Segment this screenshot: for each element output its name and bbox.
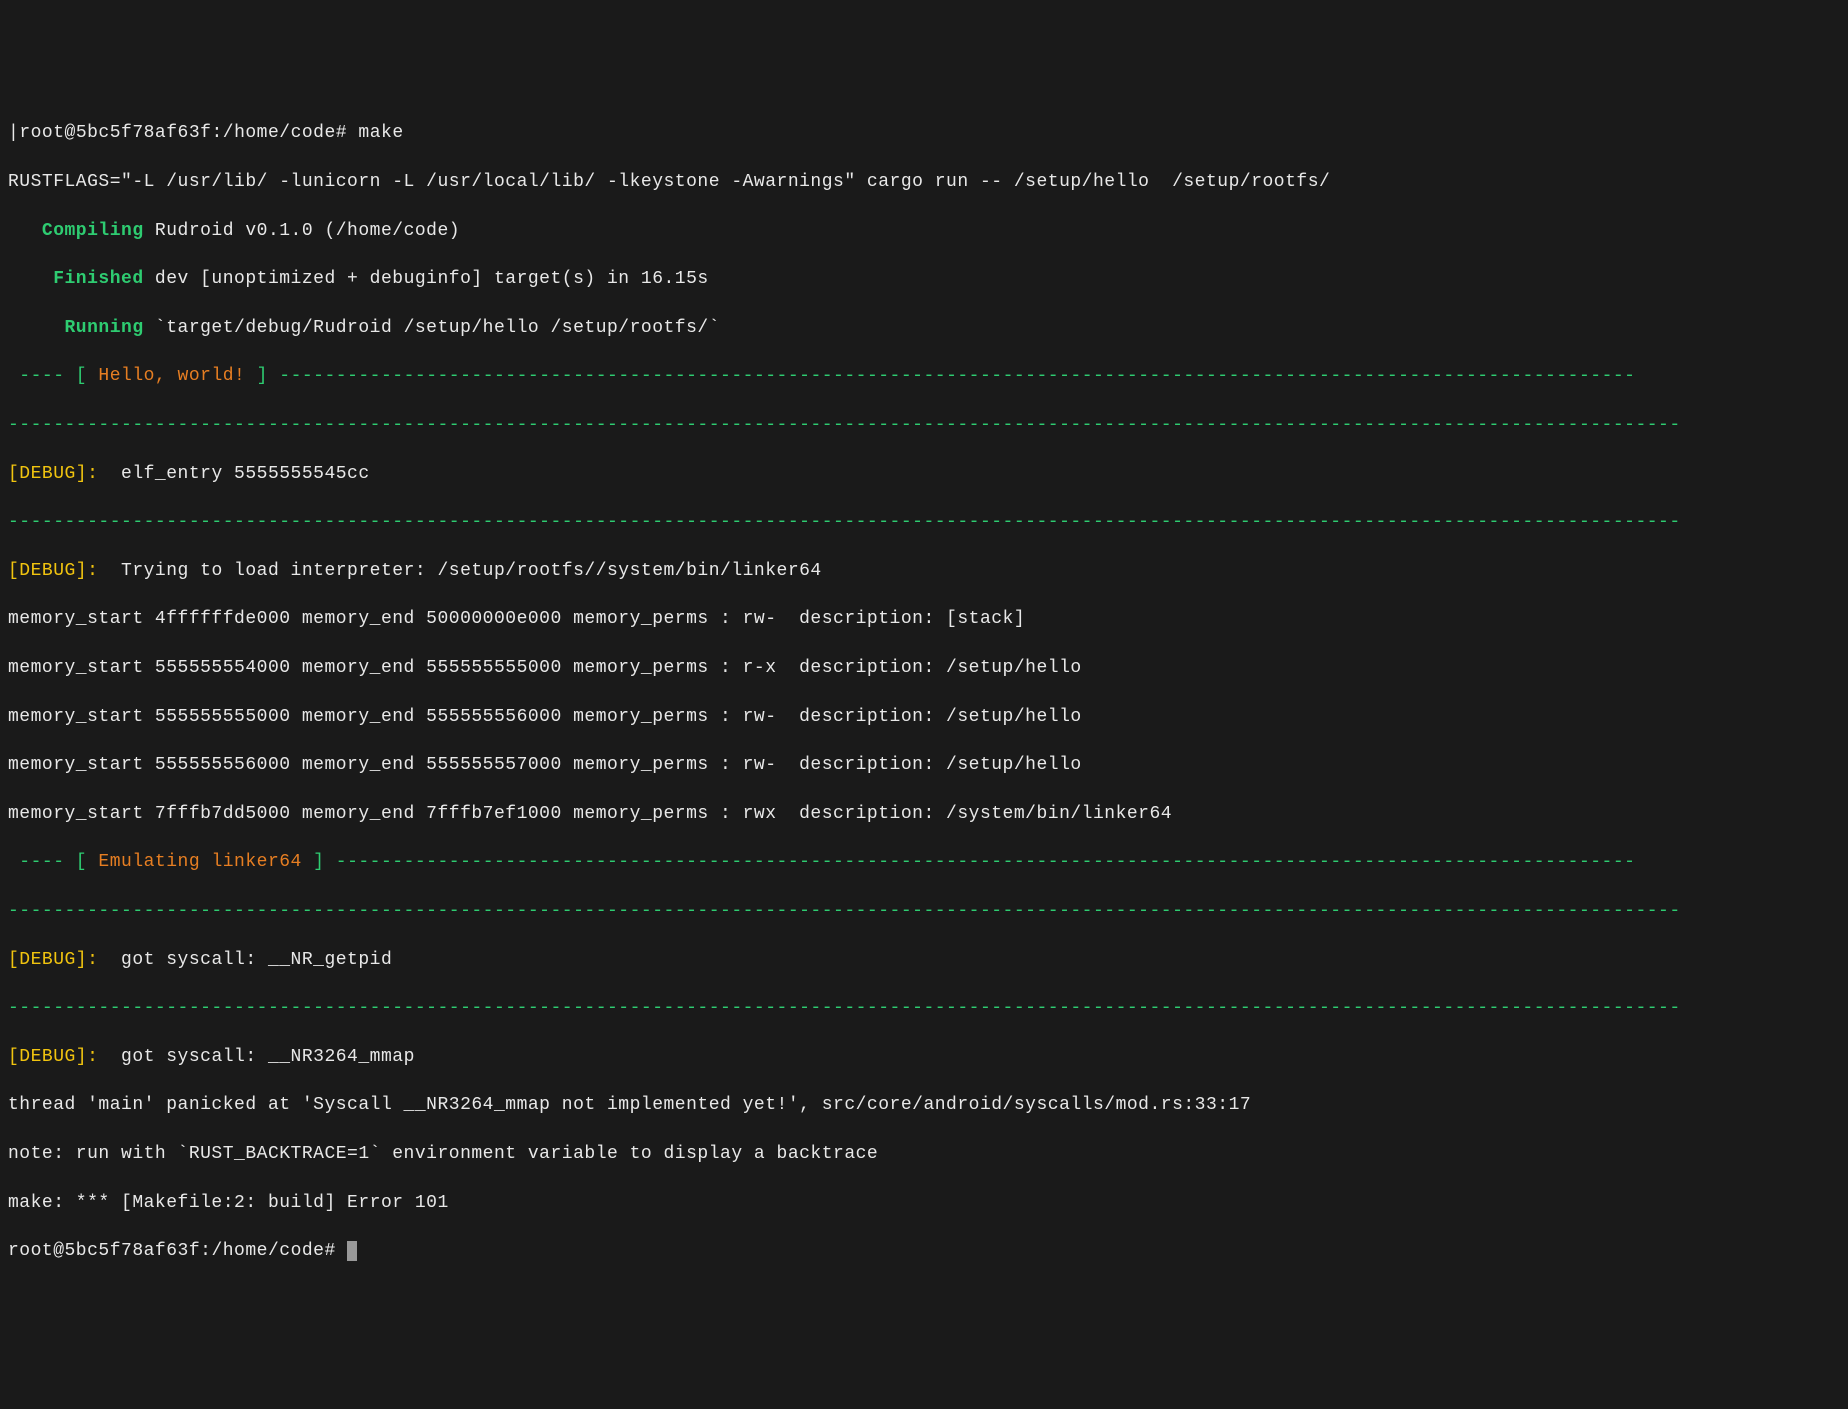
- memory-line: memory_start 7fffb7dd5000 memory_end 7ff…: [8, 802, 1840, 826]
- debug-label: [DEBUG]:: [8, 464, 98, 484]
- note-line: note: run with `RUST_BACKTRACE=1` enviro…: [8, 1142, 1840, 1166]
- banner-pre: ---- [: [8, 366, 98, 386]
- prompt-path: /home/code: [211, 1241, 324, 1261]
- banner-hello: ---- [ Hello, world! ] -----------------…: [8, 364, 1840, 388]
- compiling-line: Compiling Rudroid v0.1.0 (/home/code): [8, 219, 1840, 243]
- finished-label: Finished: [8, 269, 144, 289]
- banner-emulating: ---- [ Emulating linker64 ] ------------…: [8, 850, 1840, 874]
- prompt-line-1[interactable]: |root@5bc5f78af63f:/home/code# make: [8, 121, 1840, 145]
- banner-msg: Emulating linker64: [98, 852, 301, 872]
- rustflags-line: RUSTFLAGS="-L /usr/lib/ -lunicorn -L /us…: [8, 170, 1840, 194]
- debug-rest: got syscall: __NR3264_mmap: [98, 1047, 414, 1067]
- prompt-sep: #: [324, 1241, 335, 1261]
- memory-line: memory_start 555555556000 memory_end 555…: [8, 753, 1840, 777]
- finished-rest: dev [unoptimized + debuginfo] target(s) …: [144, 269, 709, 289]
- debug-rest: Trying to load interpreter: /setup/rootf…: [98, 561, 821, 581]
- memory-line: memory_start 4ffffffde000 memory_end 500…: [8, 607, 1840, 631]
- debug-label: [DEBUG]:: [8, 561, 98, 581]
- banner-msg: Hello, world!: [98, 366, 245, 386]
- bracket: |: [8, 123, 19, 143]
- finished-line: Finished dev [unoptimized + debuginfo] t…: [8, 267, 1840, 291]
- compiling-rest: Rudroid v0.1.0 (/home/code): [144, 221, 460, 241]
- running-rest: `target/debug/Rudroid /setup/hello /setu…: [144, 318, 720, 338]
- command: make: [347, 123, 404, 143]
- prompt-line-2[interactable]: root@5bc5f78af63f:/home/code#: [8, 1239, 1840, 1263]
- debug-label: [DEBUG]:: [8, 1047, 98, 1067]
- debug-mmap: [DEBUG]: got syscall: __NR3264_mmap: [8, 1045, 1840, 1069]
- debug-getpid: [DEBUG]: got syscall: __NR_getpid: [8, 948, 1840, 972]
- prompt-user: root@5bc5f78af63f: [19, 123, 211, 143]
- debug-label: [DEBUG]:: [8, 950, 98, 970]
- debug-rest: got syscall: __NR_getpid: [98, 950, 392, 970]
- prompt-colon: :: [211, 123, 222, 143]
- debug-rest: elf_entry 5555555545cc: [98, 464, 369, 484]
- cursor-icon: [347, 1241, 357, 1261]
- banner-post: ] --------------------------------------…: [302, 852, 1636, 872]
- prompt-path: /home/code: [223, 123, 336, 143]
- hr-1: ----------------------------------------…: [8, 413, 1840, 437]
- hr-4: ----------------------------------------…: [8, 996, 1840, 1020]
- banner-pre: ---- [: [8, 852, 98, 872]
- banner-post: ] --------------------------------------…: [245, 366, 1635, 386]
- running-line: Running `target/debug/Rudroid /setup/hel…: [8, 316, 1840, 340]
- running-label: Running: [8, 318, 144, 338]
- debug-interpreter: [DEBUG]: Trying to load interpreter: /se…: [8, 559, 1840, 583]
- memory-line: memory_start 555555554000 memory_end 555…: [8, 656, 1840, 680]
- hr-2: ----------------------------------------…: [8, 510, 1840, 534]
- hr-3: ----------------------------------------…: [8, 899, 1840, 923]
- memory-line: memory_start 555555555000 memory_end 555…: [8, 705, 1840, 729]
- terminal[interactable]: |root@5bc5f78af63f:/home/code# make RUST…: [0, 97, 1848, 1288]
- prompt-sep: #: [336, 123, 347, 143]
- panic-line: thread 'main' panicked at 'Syscall __NR3…: [8, 1093, 1840, 1117]
- prompt-user: root@5bc5f78af63f: [8, 1241, 200, 1261]
- compiling-label: Compiling: [8, 221, 144, 241]
- debug-elf-entry: [DEBUG]: elf_entry 5555555545cc: [8, 462, 1840, 486]
- prompt-colon: :: [200, 1241, 211, 1261]
- make-error-line: make: *** [Makefile:2: build] Error 101: [8, 1191, 1840, 1215]
